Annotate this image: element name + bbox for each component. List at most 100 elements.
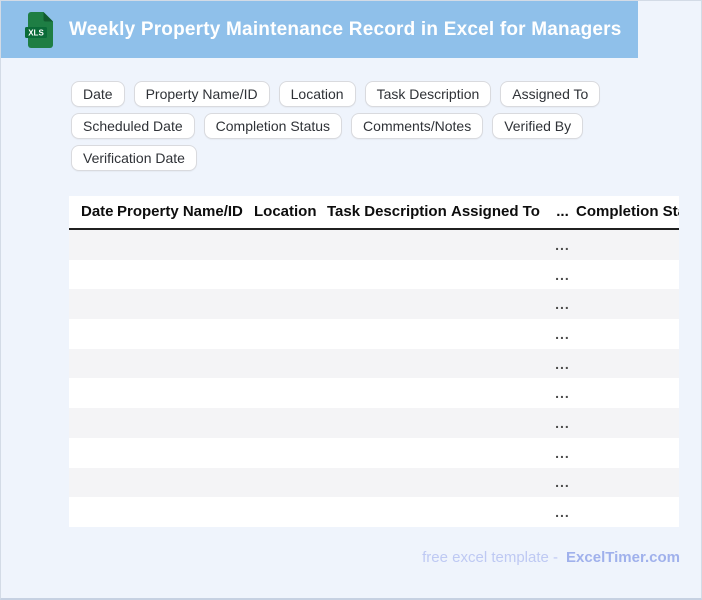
empty-cell <box>254 378 327 408</box>
empty-cell <box>451 468 549 498</box>
empty-cell <box>451 229 549 260</box>
placeholder-cell: ... <box>555 296 570 313</box>
column-header: Completion Status <box>576 196 679 230</box>
maintenance-table-wrap: Date Property Name/ID Location Task Descrip… <box>69 196 679 527</box>
empty-cell <box>327 497 451 527</box>
empty-cell <box>576 349 679 379</box>
header-bar: XLS Weekly Property Maintenance Record i… <box>1 1 638 58</box>
chip-comments-notes[interactable]: Comments/Notes <box>351 113 484 139</box>
footer: free excel template - ExcelTimer.com <box>422 549 680 566</box>
chip-assigned-to[interactable]: Assigned To <box>500 81 601 107</box>
chip-scheduled-date[interactable]: Scheduled Date <box>71 113 195 139</box>
empty-cell <box>451 260 549 290</box>
empty-cell <box>451 378 549 408</box>
placeholder-cell: ... <box>555 325 570 342</box>
xls-icon-label: XLS <box>28 28 44 37</box>
empty-cell <box>327 408 451 438</box>
placeholder-cell: ... <box>555 474 570 491</box>
table-row: ... <box>69 467 679 498</box>
column-header: Location <box>254 196 327 230</box>
empty-cell <box>327 229 451 260</box>
empty-cell <box>327 260 451 290</box>
empty-cell <box>254 229 327 260</box>
chip-property-name-id[interactable]: Property Name/ID <box>133 81 270 107</box>
empty-cell <box>451 289 549 319</box>
empty-cell <box>69 349 117 379</box>
empty-cell <box>117 349 254 379</box>
empty-cell <box>576 468 679 498</box>
placeholder-cell: ... <box>555 236 570 253</box>
empty-cell <box>69 319 117 349</box>
chip-location[interactable]: Location <box>278 81 356 107</box>
column-header: Assigned To <box>451 196 549 230</box>
empty-cell <box>576 497 679 527</box>
empty-cell <box>117 319 254 349</box>
empty-cell <box>69 468 117 498</box>
empty-cell <box>576 229 679 260</box>
placeholder-cell: ... <box>555 385 570 402</box>
empty-cell <box>254 289 327 319</box>
footer-text: free excel template - <box>422 549 559 566</box>
placeholder-cell: ... <box>555 266 570 283</box>
empty-cell <box>451 438 549 468</box>
chip-verification-date[interactable]: Verification Date <box>71 145 197 171</box>
empty-cell <box>576 260 679 290</box>
table-row: ... <box>69 437 679 468</box>
empty-cell <box>327 349 451 379</box>
placeholder-cell: ... <box>555 504 570 521</box>
xls-file-icon: XLS <box>25 11 55 49</box>
maintenance-table: Date Property Name/ID Location Task Descrip… <box>69 196 679 527</box>
column-header: Property Name/ID <box>117 196 254 230</box>
empty-cell <box>451 408 549 438</box>
empty-cell <box>117 468 254 498</box>
empty-cell <box>327 289 451 319</box>
empty-cell <box>117 438 254 468</box>
column-header: Date <box>69 196 117 230</box>
empty-cell <box>117 229 254 260</box>
empty-cell <box>69 289 117 319</box>
empty-cell <box>254 408 327 438</box>
empty-cell <box>254 468 327 498</box>
column-header: ... <box>549 196 576 230</box>
column-chips: Date Property Name/ID Location Task Descrip… <box>71 81 616 171</box>
empty-cell <box>117 408 254 438</box>
empty-cell <box>69 497 117 527</box>
chip-verified-by[interactable]: Verified By <box>492 113 584 139</box>
empty-cell <box>254 319 327 349</box>
table-row: ... <box>69 289 679 320</box>
empty-cell <box>254 438 327 468</box>
chip-completion-status[interactable]: Completion Status <box>203 113 343 139</box>
table-row: ... <box>69 497 679 527</box>
chip-date[interactable]: Date <box>71 81 125 107</box>
chip-task-description[interactable]: Task Description <box>364 81 492 107</box>
placeholder-cell: ... <box>555 414 570 431</box>
empty-cell <box>451 497 549 527</box>
empty-cell <box>576 319 679 349</box>
empty-cell <box>117 260 254 290</box>
empty-cell <box>117 289 254 319</box>
empty-cell <box>69 408 117 438</box>
empty-cell <box>254 349 327 379</box>
placeholder-cell: ... <box>555 444 570 461</box>
table-row: ... <box>69 378 679 409</box>
empty-cell <box>254 497 327 527</box>
empty-cell <box>576 438 679 468</box>
empty-cell <box>69 438 117 468</box>
footer-brand-link[interactable]: ExcelTimer.com <box>566 549 680 566</box>
table-row: ... <box>69 229 679 260</box>
empty-cell <box>451 349 549 379</box>
empty-cell <box>576 378 679 408</box>
empty-cell <box>254 260 327 290</box>
empty-cell <box>327 438 451 468</box>
empty-cell <box>327 468 451 498</box>
table-header-row: Date Property Name/ID Location Task Descrip… <box>69 196 679 230</box>
empty-cell <box>117 378 254 408</box>
page-title: Weekly Property Maintenance Record in Ex… <box>69 18 622 40</box>
placeholder-cell: ... <box>555 355 570 372</box>
empty-cell <box>69 260 117 290</box>
table-row: ... <box>69 348 679 379</box>
page: XLS Weekly Property Maintenance Record i… <box>0 0 702 600</box>
empty-cell <box>576 408 679 438</box>
empty-cell <box>451 319 549 349</box>
column-header: Task Description <box>327 196 451 230</box>
